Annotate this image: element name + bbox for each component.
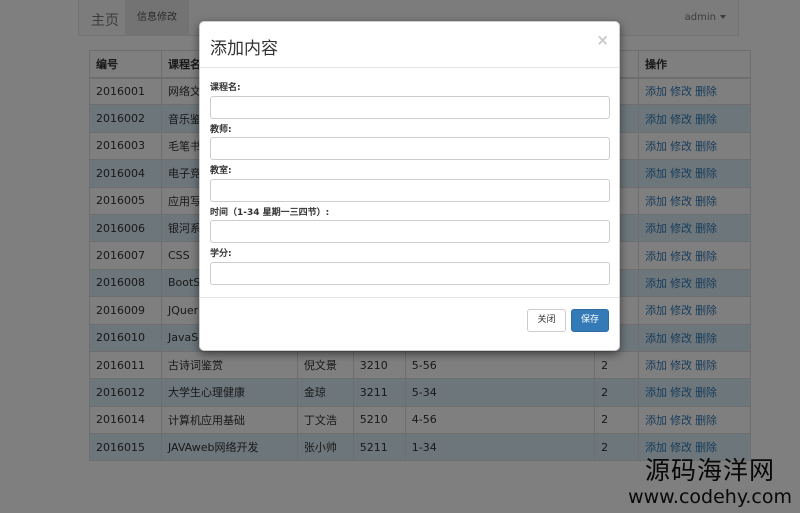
- teacher-label: 教师:: [210, 125, 232, 135]
- credit-input[interactable]: [210, 262, 610, 285]
- time-input[interactable]: [210, 220, 610, 243]
- save-button[interactable]: 保存: [571, 309, 609, 332]
- classroom-input[interactable]: [210, 179, 610, 202]
- course-name-label: 课程名:: [210, 83, 241, 93]
- modal-header: 添加内容 ×: [200, 22, 619, 68]
- modal-title: 添加内容: [210, 39, 278, 59]
- course-name-input[interactable]: [210, 96, 610, 119]
- teacher-input[interactable]: [210, 137, 610, 160]
- classroom-label: 教室:: [210, 166, 232, 176]
- close-icon[interactable]: ×: [596, 31, 609, 49]
- add-content-modal: 添加内容 × 课程名: 教师: 教室: 时间（1-34 星期一三四节）: 学分:…: [199, 21, 620, 351]
- time-label: 时间（1-34 星期一三四节）:: [210, 208, 330, 218]
- credit-label: 学分:: [210, 249, 232, 259]
- close-button[interactable]: 关闭: [527, 309, 566, 332]
- modal-footer: 关闭 保存: [200, 297, 619, 351]
